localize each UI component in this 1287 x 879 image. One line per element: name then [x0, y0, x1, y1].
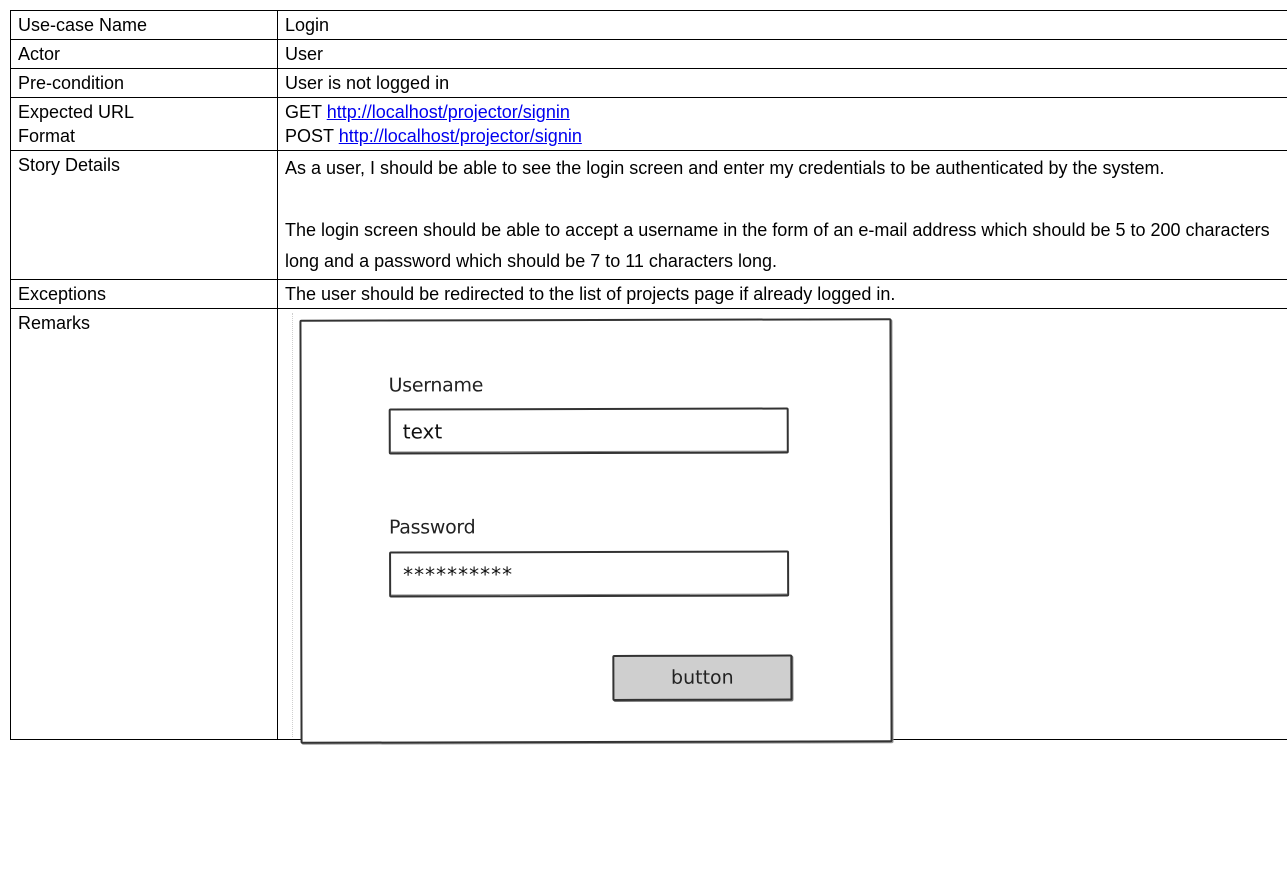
story-paragraph: The login screen should be able to accep…	[285, 220, 1270, 271]
row-expected-url: Expected URL Format GET http://localhost…	[10, 97, 1287, 151]
login-mockup: Username text Password ********** button	[299, 318, 893, 744]
row-label: Exceptions	[10, 279, 278, 309]
remarks-mockup-cell: Username text Password ********** button	[277, 308, 1287, 744]
row-use-case-name: Use-case Name Login	[10, 10, 1287, 40]
use-case-table: Use-case Name Login Actor User Pre-condi…	[10, 10, 1287, 744]
row-value: The user should be redirected to the lis…	[277, 279, 1287, 309]
submit-button[interactable]: button	[612, 654, 793, 701]
row-label: Actor	[10, 39, 278, 69]
get-url-link[interactable]: http://localhost/projector/signin	[327, 102, 570, 122]
label-line: Format	[18, 126, 76, 146]
label-line: Expected URL	[18, 102, 135, 122]
http-method: POST	[285, 126, 334, 146]
row-label: Pre-condition	[10, 68, 278, 98]
get-url-line: GET http://localhost/projector/signin	[285, 100, 1279, 124]
row-label: Remarks	[10, 308, 278, 740]
row-value: Login	[277, 10, 1287, 40]
row-story-details: Story Details As a user, I should be abl…	[10, 150, 1287, 280]
row-actor: Actor User	[10, 39, 1287, 69]
username-label: Username	[388, 374, 484, 397]
row-label: Story Details	[10, 150, 278, 280]
row-pre-condition: Pre-condition User is not logged in	[10, 68, 1287, 98]
row-label: Expected URL Format	[10, 97, 278, 151]
row-value: As a user, I should be able to see the l…	[277, 150, 1287, 280]
mockup-guide-line	[292, 313, 294, 737]
username-input[interactable]: text	[388, 407, 789, 455]
post-url-link[interactable]: http://localhost/projector/signin	[339, 126, 582, 146]
story-paragraph: As a user, I should be able to see the l…	[285, 158, 1165, 178]
row-remarks: Remarks Username text Password *********…	[10, 308, 1287, 744]
row-label: Use-case Name	[10, 10, 278, 40]
http-method: GET	[285, 102, 322, 122]
password-input[interactable]: **********	[389, 550, 790, 598]
row-value: GET http://localhost/projector/signin PO…	[277, 97, 1287, 151]
row-exceptions: Exceptions The user should be redirected…	[10, 279, 1287, 309]
row-value: User is not logged in	[277, 68, 1287, 98]
password-label: Password	[388, 516, 476, 539]
row-value: User	[277, 39, 1287, 69]
post-url-line: POST http://localhost/projector/signin	[285, 124, 1279, 148]
